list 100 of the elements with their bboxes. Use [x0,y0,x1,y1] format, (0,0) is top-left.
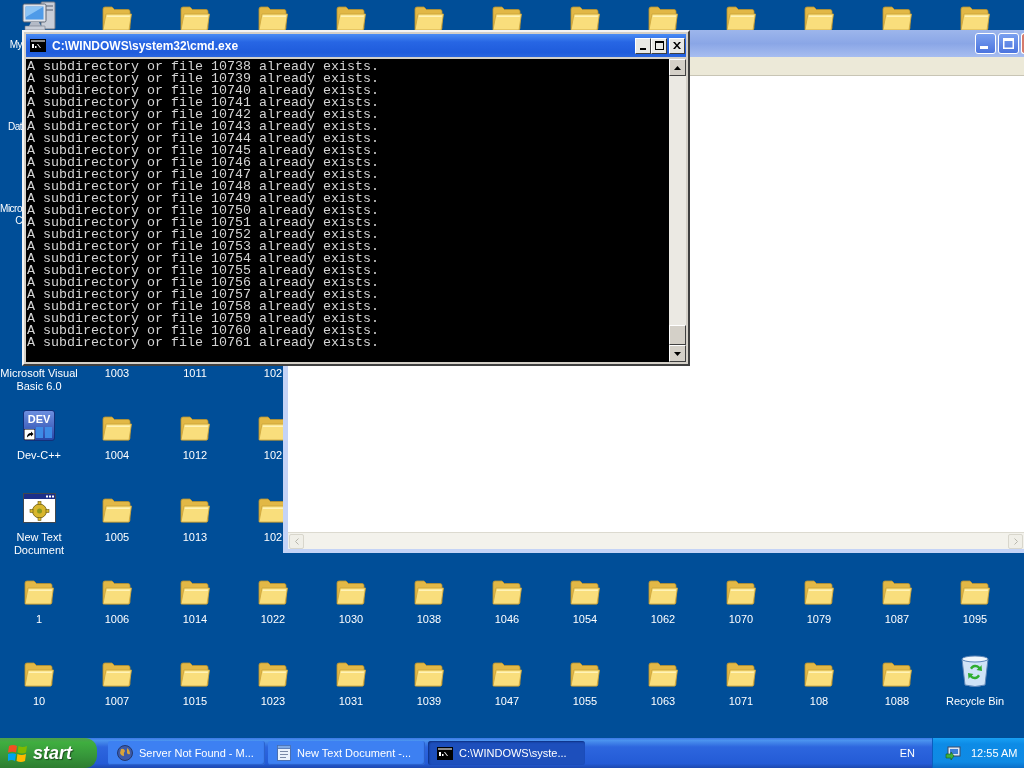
folder-icon[interactable] [804,6,834,31]
start-button[interactable]: start [0,738,97,768]
folder-icon[interactable] [726,580,756,605]
folder-icon[interactable] [24,662,54,687]
folder-icon[interactable] [180,662,210,687]
icon-label[interactable]: 1012 [182,449,208,462]
folder-icon[interactable] [726,6,756,31]
clock[interactable]: 12:55 AM [971,744,1018,762]
folder-icon[interactable] [804,662,834,687]
vertical-scrollbar[interactable] [669,59,686,362]
icon-label[interactable]: 1046 [494,613,520,626]
language-indicator[interactable]: EN [899,744,915,762]
folder-icon[interactable] [414,6,444,31]
icon-label[interactable]: My [9,39,22,51]
icon-label[interactable]: 108 [809,695,829,708]
folder-icon[interactable] [258,416,283,441]
icon-label[interactable]: 1039 [416,695,442,708]
folder-icon[interactable] [882,6,912,31]
icon-label[interactable]: 1006 [104,613,130,626]
folder-icon[interactable] [180,498,210,523]
icon-label[interactable]: 1070 [728,613,754,626]
scroll-down-button[interactable] [669,345,686,362]
folder-icon[interactable] [336,6,366,31]
taskbar-button[interactable]: New Text Document -... [268,741,425,765]
recycle-bin-icon[interactable] [960,654,990,687]
icon-label[interactable]: 102 [263,449,283,462]
folder-icon[interactable] [102,662,132,687]
close-button[interactable] [669,37,685,54]
folder-icon[interactable] [258,580,288,605]
window-gear-icon[interactable] [22,493,56,523]
icon-label[interactable]: 1014 [182,613,208,626]
icon-label[interactable]: 1095 [962,613,988,626]
icon-label[interactable]: 1 [35,613,43,626]
folder-icon[interactable] [180,6,210,31]
icon-label[interactable]: 1031 [338,695,364,708]
folder-icon[interactable] [180,416,210,441]
folder-icon[interactable] [414,662,444,687]
icon-label[interactable]: 1004 [104,449,130,462]
minimize-button[interactable] [635,37,651,54]
icon-label[interactable]: 1007 [104,695,130,708]
icon-label[interactable]: 1063 [650,695,676,708]
folder-icon[interactable] [648,580,678,605]
folder-icon[interactable] [258,6,288,31]
icon-label[interactable]: Micro C [0,203,22,227]
icon-label[interactable]: 1047 [494,695,520,708]
icon-label[interactable]: 102 [263,531,283,544]
icon-label[interactable]: Dat [7,121,22,133]
folder-icon[interactable] [102,416,132,441]
icon-label[interactable]: New Text Document [0,531,78,557]
folder-icon[interactable] [336,662,366,687]
icon-label[interactable]: 10 [32,695,46,708]
icon-label[interactable]: Dev-C++ [17,449,61,462]
computer-icon[interactable] [22,1,56,31]
folder-icon[interactable] [336,580,366,605]
icon-label[interactable]: 1071 [728,695,754,708]
icon-label[interactable]: 1022 [260,613,286,626]
folder-icon[interactable] [180,580,210,605]
folder-icon[interactable] [492,580,522,605]
maximize-button[interactable] [651,37,667,54]
icon-label[interactable]: 1054 [572,613,598,626]
folder-icon[interactable] [882,662,912,687]
folder-icon[interactable] [570,6,600,31]
icon-label[interactable]: 102 [263,367,283,380]
folder-icon[interactable] [102,6,132,31]
folder-icon[interactable] [570,662,600,687]
icon-label[interactable]: 1003 [104,367,130,380]
icon-label[interactable]: 1013 [182,531,208,544]
folder-icon[interactable] [24,580,54,605]
icon-label[interactable]: Microsoft Visual Basic 6.0 [0,367,78,393]
taskbar-button[interactable]: C:\WINDOWS\syste... [428,741,585,765]
folder-icon[interactable] [102,498,132,523]
icon-label[interactable]: 1088 [884,695,910,708]
taskbar-button[interactable]: Server Not Found - M... [108,741,265,765]
icon-label[interactable]: 1079 [806,613,832,626]
folder-icon[interactable] [570,580,600,605]
scroll-up-button[interactable] [669,59,686,76]
dev-cpp-icon[interactable]: DEV [23,410,55,441]
icon-label[interactable]: 1030 [338,613,364,626]
folder-icon[interactable] [258,498,283,523]
folder-icon[interactable] [414,580,444,605]
folder-icon[interactable] [648,662,678,687]
icon-label[interactable]: 1005 [104,531,130,544]
folder-icon[interactable] [102,580,132,605]
folder-icon[interactable] [804,580,834,605]
folder-icon[interactable] [492,662,522,687]
icon-label[interactable]: 1015 [182,695,208,708]
icon-label[interactable]: 1087 [884,613,910,626]
monitor-icon[interactable] [945,745,961,761]
icon-label[interactable]: 1023 [260,695,286,708]
folder-icon[interactable] [492,6,522,31]
folder-icon[interactable] [882,580,912,605]
icon-label[interactable]: 1011 [183,367,207,380]
icon-label[interactable]: 1055 [572,695,598,708]
folder-icon[interactable] [258,662,288,687]
icon-label[interactable]: Recycle Bin [945,695,1005,708]
folder-icon[interactable] [648,6,678,31]
folder-icon[interactable] [960,6,990,31]
icon-label[interactable]: 1038 [416,613,442,626]
scrollbar-thumb[interactable] [669,325,686,345]
icon-label[interactable]: 1062 [650,613,676,626]
